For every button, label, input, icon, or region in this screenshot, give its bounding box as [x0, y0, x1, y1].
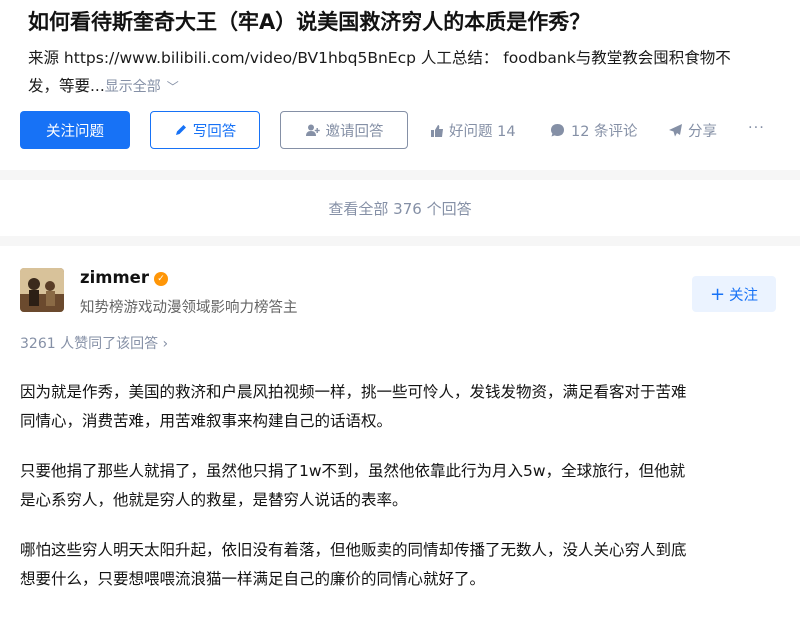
summary-line: 来源 https://www.bilibili.com/video/BV1hbq… — [28, 49, 731, 67]
summary-line-last: 发，等要...显示全部 ﹀ — [28, 72, 800, 101]
section-divider — [0, 236, 800, 246]
avatar-image — [20, 268, 64, 312]
chevron-right-icon: › — [162, 336, 169, 352]
answer-paragraph: 因为就是作秀，美国的救济和户晨风拍视频一样，挑一些可怜人，发钱发物资，满足看客对… — [20, 378, 790, 436]
more-options-button[interactable]: ··· — [748, 120, 765, 136]
question-summary: 来源 https://www.bilibili.com/video/BV1hbq… — [28, 44, 800, 101]
answer-paragraph: 哪怕这些穷人明天太阳升起，依旧没有着落，但他贩卖的同情却传播了无数人，没人关心穷… — [20, 536, 790, 594]
share-label: 分享 — [688, 124, 717, 140]
follow-question-button[interactable]: 关注问题 — [20, 111, 130, 149]
pencil-icon — [175, 125, 186, 135]
write-answer-button[interactable]: 写回答 — [150, 111, 260, 149]
author-name[interactable]: zimmer — [80, 268, 149, 287]
section-divider — [0, 170, 800, 180]
write-answer-label: 写回答 — [192, 123, 237, 140]
answer-line: 只要他捐了那些人就捐了，虽然他只捐了1w不到，虽然他依靠此行为月入5w，全球旅行… — [20, 462, 686, 480]
author-headline: 知势榜游戏动漫领域影响力榜答主 — [80, 300, 298, 316]
invite-answer-button[interactable]: 邀请回答 — [280, 111, 408, 149]
follow-author-label: 关注 — [729, 287, 759, 304]
good-question-button[interactable]: 好问题 14 — [430, 120, 516, 141]
share-button[interactable]: 分享 — [668, 120, 717, 141]
answer-line: 因为就是作秀，美国的救济和户晨风拍视频一样，挑一些可怜人，发钱发物资，满足看客对… — [20, 383, 687, 401]
answer-paragraph: 只要他捐了那些人就捐了，虽然他只捐了1w不到，虽然他依靠此行为月入5w，全球旅行… — [20, 457, 790, 515]
comments-label: 12 条评论 — [571, 124, 638, 140]
thumbs-up-icon — [431, 125, 443, 137]
invite-user-icon — [305, 124, 320, 136]
summary-text: 发，等要... — [28, 77, 105, 95]
plus-icon: + — [709, 283, 726, 305]
vote-count-label: 3261 人赞同了该回答 — [20, 336, 159, 352]
paper-plane-icon — [669, 124, 682, 137]
comments-button[interactable]: 12 条评论 — [550, 120, 638, 141]
follow-question-label: 关注问题 — [46, 123, 104, 140]
answer-line: 是心系穷人，他就是穷人的救星，是替穷人说话的表率。 — [20, 491, 408, 509]
avatar[interactable] — [20, 268, 64, 312]
answer-line: 同情心，消费苦难，用苦难叙事来构建自己的话语权。 — [20, 412, 393, 430]
vote-count-link[interactable]: 3261 人赞同了该回答 › — [20, 333, 168, 353]
verified-badge-icon: ✓ — [154, 272, 168, 286]
view-all-answers-label: 查看全部 376 个回答 — [328, 199, 472, 218]
invite-answer-label: 邀请回答 — [325, 123, 384, 140]
good-question-label: 好问题 14 — [449, 124, 516, 140]
question-actions: 关注问题 写回答 邀请回答 好问题 14 12 条评论 分享 ··· — [20, 111, 800, 151]
follow-author-button[interactable]: + 关注 — [692, 276, 776, 312]
answer-line: 哪怕这些穷人明天太阳升起，依旧没有着落，但他贩卖的同情却传播了无数人，没人关心穷… — [20, 541, 687, 559]
comment-icon — [551, 124, 564, 137]
answer-content: 因为就是作秀，美国的救济和户晨风拍视频一样，挑一些可怜人，发钱发物资，满足看客对… — [20, 378, 790, 615]
question-title: 如何看待斯奎奇大王（牢A）说美国救济穷人的本质是作秀？ — [28, 10, 591, 34]
show-all-link[interactable]: 显示全部 — [105, 79, 161, 95]
answer-line: 想要什么，只要想喂喂流浪猫一样满足自己的廉价的同情心就好了。 — [20, 570, 486, 588]
view-all-answers-link[interactable]: 查看全部 376 个回答 — [0, 180, 800, 236]
chevron-down-icon[interactable]: ﹀ — [167, 80, 179, 94]
